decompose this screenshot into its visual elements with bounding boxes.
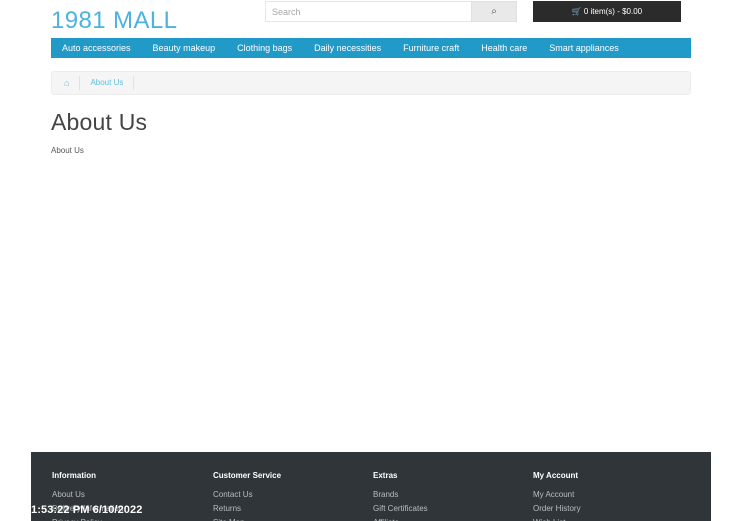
- footer-column-customer-service: Customer Service Contact Us Returns Site…: [191, 452, 351, 521]
- main-navigation: Auto accessories Beauty makeup Clothing …: [51, 38, 691, 58]
- footer-link-brands[interactable]: Brands: [373, 488, 511, 502]
- nav-item-clothing-bags[interactable]: Clothing bags: [226, 38, 303, 58]
- footer-column-extras: Extras Brands Gift Certificates Affiliat…: [351, 452, 511, 521]
- search-bar: ⌕: [265, 1, 517, 22]
- nav-item-furniture-craft[interactable]: Furniture craft: [392, 38, 470, 58]
- site-logo[interactable]: 1981 MALL: [51, 8, 177, 34]
- main-content: About Us About Us: [51, 108, 691, 157]
- footer-link-wish-list[interactable]: Wish List: [533, 516, 671, 521]
- footer-link-my-account[interactable]: My Account: [533, 488, 671, 502]
- storefront-page: 1981 MALL ⌕ 🛒0 item(s) - $0.00 Auto acce…: [31, 0, 711, 521]
- page-body-text: About Us: [51, 146, 84, 155]
- nav-item-health-care[interactable]: Health care: [470, 38, 538, 58]
- nav-item-daily-necessities[interactable]: Daily necessities: [303, 38, 392, 58]
- footer-link-contact-us[interactable]: Contact Us: [213, 488, 351, 502]
- cart-button[interactable]: 🛒 0 item(s) - $0.00: [533, 1, 681, 22]
- page-title: About Us: [51, 109, 148, 135]
- footer-heading-information: Information: [52, 471, 96, 480]
- nav-item-beauty-makeup[interactable]: Beauty makeup: [142, 38, 227, 58]
- timestamp-overlay: 1:53:22 PM 6/10/2022: [31, 504, 143, 516]
- breadcrumb-divider: [133, 76, 135, 90]
- search-button[interactable]: ⌕: [471, 1, 517, 22]
- footer-heading-extras: Extras: [373, 471, 398, 480]
- footer-heading-my-account: My Account: [533, 471, 579, 480]
- footer-link-about-us[interactable]: About Us: [52, 488, 191, 502]
- cart-total-label: 0 item(s) - $0.00: [583, 7, 643, 16]
- nav-item-auto-accessories[interactable]: Auto accessories: [51, 38, 142, 58]
- footer-link-returns[interactable]: Returns: [213, 502, 351, 516]
- search-input[interactable]: [265, 1, 471, 22]
- nav-item-smart-appliances[interactable]: Smart appliances: [538, 38, 630, 58]
- home-icon[interactable]: ⌂: [60, 72, 79, 94]
- breadcrumb-item-about-us[interactable]: About Us: [80, 72, 133, 94]
- footer-heading-customer-service: Customer Service: [213, 471, 282, 480]
- breadcrumb: ⌂ About Us: [51, 71, 691, 95]
- footer-column-my-account: My Account My Account Order History Wish…: [511, 452, 671, 521]
- shopping-cart-icon: 🛒: [571, 7, 582, 16]
- footer-link-gift-certificates[interactable]: Gift Certificates: [373, 502, 511, 516]
- footer-link-order-history[interactable]: Order History: [533, 502, 671, 516]
- footer-link-affiliate[interactable]: Affiliate: [373, 516, 511, 521]
- site-header: 1981 MALL ⌕ 🛒0 item(s) - $0.00: [31, 0, 711, 38]
- footer-link-site-map[interactable]: Site Map: [213, 516, 351, 521]
- search-icon: ⌕: [491, 6, 497, 17]
